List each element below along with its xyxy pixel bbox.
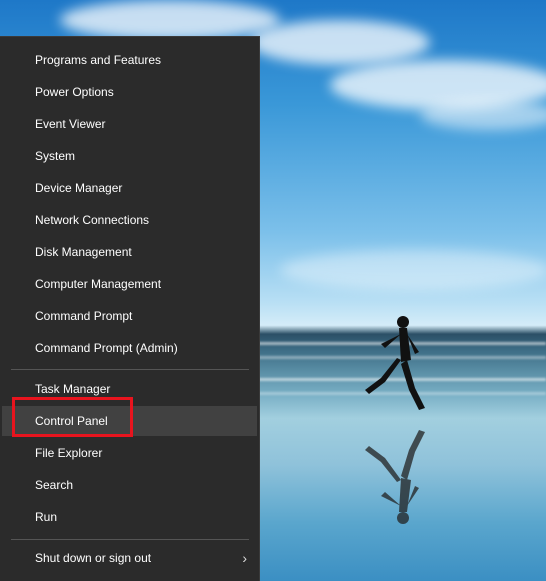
menu-separator <box>11 369 249 370</box>
power-user-menu: Programs and Features Power Options Even… <box>0 36 260 581</box>
menu-item-command-prompt-admin[interactable]: Command Prompt (Admin) <box>2 333 257 363</box>
cloud <box>60 0 280 40</box>
desktop-wallpaper: Programs and Features Power Options Even… <box>0 0 546 581</box>
menu-item-search[interactable]: Search <box>2 470 257 500</box>
runner-silhouette <box>365 316 425 410</box>
cloud <box>250 20 430 65</box>
menu-item-shut-down-or-sign-out[interactable]: Shut down or sign out › <box>2 543 257 573</box>
cloud <box>280 250 546 290</box>
menu-item-control-panel[interactable]: Control Panel <box>2 406 257 436</box>
menu-item-disk-management[interactable]: Disk Management <box>2 237 257 267</box>
menu-item-power-options[interactable]: Power Options <box>2 77 257 107</box>
menu-item-run[interactable]: Run <box>2 502 257 532</box>
menu-item-programs-and-features[interactable]: Programs and Features <box>2 45 257 75</box>
runner-reflection <box>365 430 425 524</box>
menu-separator <box>11 539 249 540</box>
chevron-right-icon: › <box>242 550 247 566</box>
menu-item-command-prompt[interactable]: Command Prompt <box>2 301 257 331</box>
cloud <box>420 100 546 130</box>
menu-item-file-explorer[interactable]: File Explorer <box>2 438 257 468</box>
menu-item-computer-management[interactable]: Computer Management <box>2 269 257 299</box>
menu-item-system[interactable]: System <box>2 141 257 171</box>
menu-item-device-manager[interactable]: Device Manager <box>2 173 257 203</box>
menu-item-task-manager[interactable]: Task Manager <box>2 374 257 404</box>
menu-item-label: Shut down or sign out <box>35 551 152 565</box>
menu-item-event-viewer[interactable]: Event Viewer <box>2 109 257 139</box>
menu-item-network-connections[interactable]: Network Connections <box>2 205 257 235</box>
